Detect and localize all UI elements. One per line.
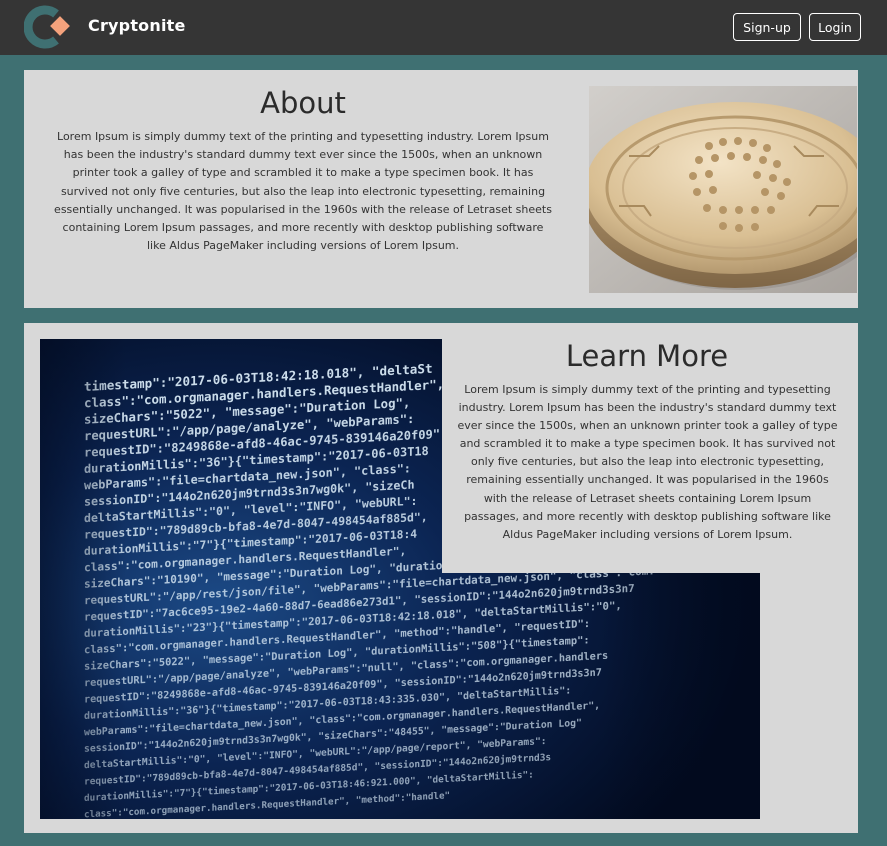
top-navbar: Cryptonite Sign-up Login <box>0 0 887 55</box>
learn-more-textbox: Learn More Lorem Ipsum is simply dummy t… <box>442 339 838 573</box>
about-paragraph: Lorem Ipsum is simply dummy text of the … <box>54 130 552 253</box>
gold-coin-image <box>589 86 857 293</box>
cryptonite-logo-icon[interactable] <box>24 4 74 50</box>
learn-more-section: timestamp":"2017-06-03T18:42:18.018", "d… <box>24 323 858 833</box>
signup-button[interactable]: Sign-up <box>733 13 801 41</box>
brand-name[interactable]: Cryptonite <box>88 16 186 35</box>
about-heading: About <box>260 86 346 120</box>
about-section: About Lorem Ipsum is simply dummy text o… <box>24 70 858 308</box>
learn-more-paragraph: Lorem Ipsum is simply dummy text of the … <box>457 383 838 541</box>
learn-more-heading: Learn More <box>565 339 729 373</box>
login-button[interactable]: Login <box>809 13 861 41</box>
